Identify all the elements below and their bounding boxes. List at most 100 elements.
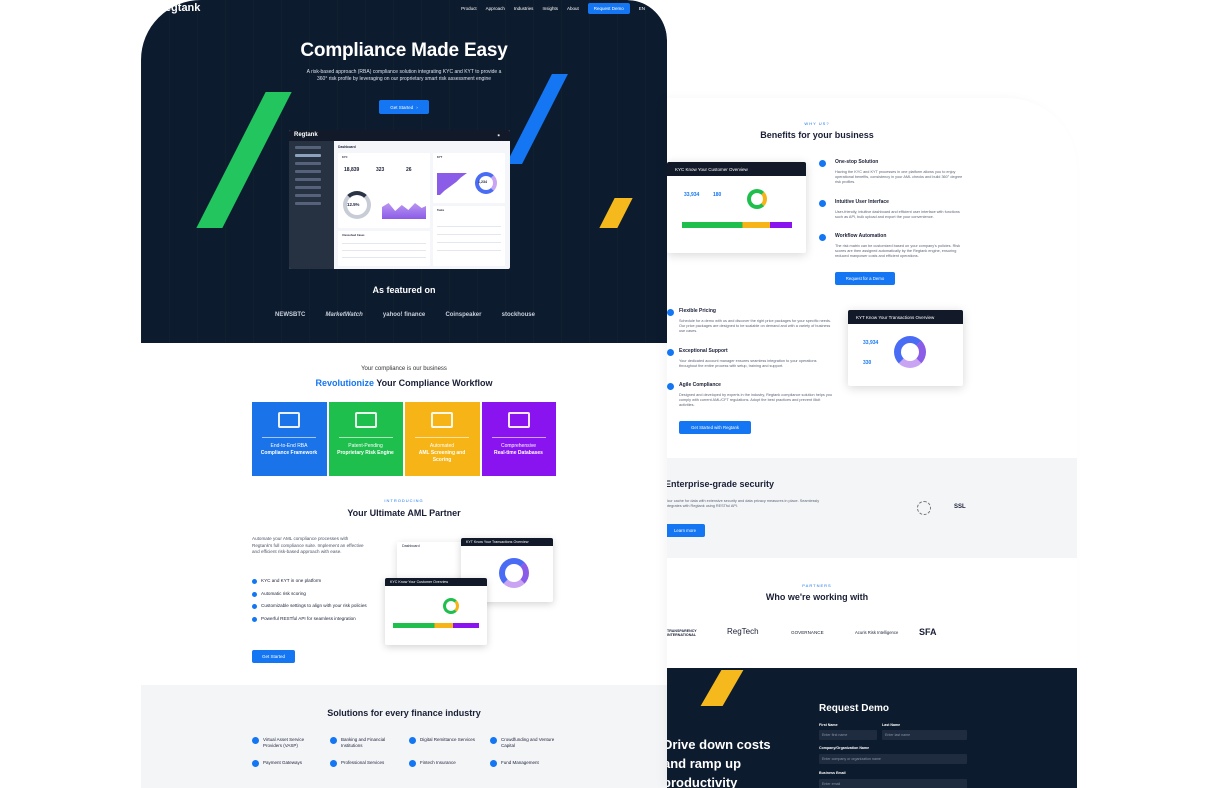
kyt-bars	[437, 173, 467, 195]
request-demo-button[interactable]: Request Demo	[587, 3, 630, 14]
solutions-section: Solutions for every finance industry Vir…	[141, 685, 667, 788]
tasks-label: Tasks	[437, 209, 445, 212]
last-name-field[interactable]: Enter last name	[882, 730, 967, 740]
kpi-2: 323	[376, 167, 385, 173]
stockhouse-logo: stockhouse	[501, 312, 535, 318]
regtank-logo[interactable]: Regtank	[157, 2, 200, 14]
tile-compliance-framework: End-to-End RBA Compliance Framework	[252, 402, 327, 476]
tile-risk-engine: Patent-Pending Proprietary Risk Engine	[328, 402, 403, 476]
demo-headline-1: Drive down costs	[667, 737, 771, 752]
tile-databases: Comprehensive Real-time Databases	[481, 402, 556, 476]
landing-page-left: Regtank Product Approach Industries Insi…	[141, 0, 667, 788]
user-avatar-icon: ◉	[497, 133, 500, 137]
introducing-paragraph: Automate your AML compliance processes w…	[252, 536, 364, 555]
nav-industries[interactable]: Industries	[514, 6, 534, 11]
nav-approach[interactable]: Approach	[486, 6, 505, 11]
tile-2-pre: Patent-Pending	[348, 443, 383, 449]
feature-title-2: Workflow Automation	[835, 233, 887, 239]
feature-checklist: KYC and KYT in one platform Automatic ri…	[252, 578, 377, 628]
introducing-title: Your Ultimate AML Partner	[347, 508, 461, 518]
introducing-get-started-button[interactable]: Get Started	[252, 650, 295, 663]
solution-item[interactable]: Fintech Insurance	[409, 760, 479, 767]
dashboard-screenshot: Dashboard	[397, 542, 467, 582]
kyc-panel-donut	[747, 189, 767, 209]
feature-desc-1: User-friendly, intuitive dashboard and e…	[835, 210, 960, 220]
kyc-screenshot: KYC Know Your Customer Overview	[385, 578, 487, 645]
ssl-badge: SSL	[954, 504, 966, 510]
nav-insights[interactable]: Insights	[542, 6, 558, 11]
feature-title-3: Flexible Pricing	[679, 308, 716, 314]
company-label: Company/Organization Name	[819, 746, 870, 750]
revolution-highlight: Revolutionize	[315, 378, 374, 388]
kyt-overview-panel: KYT Know Your Transactions Overview 33,9…	[848, 310, 963, 386]
feature-desc-0: Having the KYC and KYT processes in one …	[835, 170, 963, 185]
screening-icon	[431, 412, 453, 428]
hero-button-label: Get Started	[390, 104, 414, 110]
unresolved-card: Unresolved Cases	[338, 231, 430, 266]
score-histogram	[382, 203, 426, 219]
featured-heading: As featured on	[372, 285, 436, 295]
check-item: KYC and KYT in one platform	[252, 578, 377, 585]
solution-item[interactable]: Professional Services	[330, 760, 400, 767]
feature-desc-4: Your dedicated account manager ensures s…	[679, 359, 817, 369]
partner-governance: GOVERNANCE	[791, 630, 824, 635]
solution-item[interactable]: Digital Remittance Services	[409, 737, 479, 744]
solution-item[interactable]: Crowdfunding and Venture Capital	[490, 737, 560, 748]
tile-4-bold: Real-time Databases	[494, 450, 543, 456]
kyt-panel-value-2: 330	[863, 360, 872, 366]
shot-kyc-header: KYC Know Your Customer Overview	[385, 578, 487, 586]
first-name-field[interactable]: Enter first name	[819, 730, 877, 740]
partners-title: Who we're working with	[765, 592, 869, 602]
partner-logos: TRANSPARENCY INTERNATIONAL RegTech GOVER…	[667, 623, 1077, 641]
hero-subtitle: A risk-based approach (RBA) compliance s…	[306, 69, 502, 82]
benefits-kicker: WHY US?	[804, 121, 830, 126]
revolution-title: Revolutionize Your Compliance Workflow	[141, 378, 667, 388]
hero-get-started-button[interactable]: Get Started ›	[379, 100, 429, 114]
solution-item[interactable]: Banking and Financial Institutions	[330, 737, 400, 748]
coinspeaker-logo: Coinspeaker	[445, 312, 482, 318]
request-demo-title: Request Demo	[819, 703, 890, 714]
kyc-panel-value-2: 180	[713, 192, 722, 198]
kyc-progress-bar	[393, 623, 479, 628]
feature-title-5: Agile Compliance	[679, 382, 721, 388]
unresolved-rows	[342, 243, 426, 263]
partner-transparency: TRANSPARENCY INTERNATIONAL	[667, 629, 697, 637]
get-started-regtank-button[interactable]: Get Started with Regtank	[679, 421, 751, 434]
feature-desc-2: The risk matrix can be customized based …	[835, 244, 961, 259]
check-item: Powerful RESTful API for seamless integr…	[252, 616, 377, 623]
agile-icon	[667, 383, 674, 390]
solution-item[interactable]: Fund Management	[490, 760, 560, 767]
kyc-panel-header: KYC Know Your Customer Overview	[667, 162, 806, 176]
tasks-card: Tasks	[433, 206, 505, 266]
tile-2-bold: Proprietary Risk Engine	[337, 450, 394, 456]
top-nav: Regtank Product Approach Industries Insi…	[141, 0, 667, 18]
feature-desc-3: Schedule for a demo with us and discover…	[679, 319, 831, 334]
unresolved-label: Unresolved Cases	[342, 234, 365, 237]
task-rows	[437, 226, 501, 252]
pricing-icon	[667, 309, 674, 316]
certification-seal-icon	[917, 501, 931, 515]
solution-item[interactable]: Virtual Asset Service Providers (VASP)	[252, 737, 322, 748]
demo-headline: Drive down costs and ramp up productivit…	[667, 735, 771, 788]
request-for-demo-button[interactable]: Request for a Demo	[835, 272, 895, 285]
company-field[interactable]: Enter company or organization name	[819, 754, 967, 764]
tile-3-pre: Automated	[429, 443, 455, 449]
kyc-panel-bar	[682, 222, 792, 228]
kyt-panel-value-1: 33,934	[863, 340, 879, 346]
email-label: Business Email	[819, 771, 846, 775]
nav-product[interactable]: Product	[461, 6, 477, 11]
partner-sfa: SFA	[919, 627, 937, 637]
email-field[interactable]: Enter email	[819, 779, 967, 788]
tile-aml-screening: Automated AML Screening and Scoring	[405, 402, 480, 476]
learn-more-button[interactable]: Learn more	[667, 524, 705, 537]
security-desc: Your cache for data with extensive secur…	[667, 499, 820, 509]
tile-1-pre: End-to-End RBA	[270, 443, 308, 449]
kyt-card: KYT 1,234	[433, 153, 505, 203]
language-switch[interactable]: EN	[639, 6, 645, 11]
score-value: 12.5%	[347, 202, 360, 207]
database-icon	[507, 412, 530, 428]
gear-icon	[819, 234, 826, 241]
nav-about[interactable]: About	[567, 6, 579, 11]
solution-item[interactable]: Payment Gateways	[252, 760, 322, 767]
feature-title-0: One-stop Solution	[835, 159, 879, 165]
